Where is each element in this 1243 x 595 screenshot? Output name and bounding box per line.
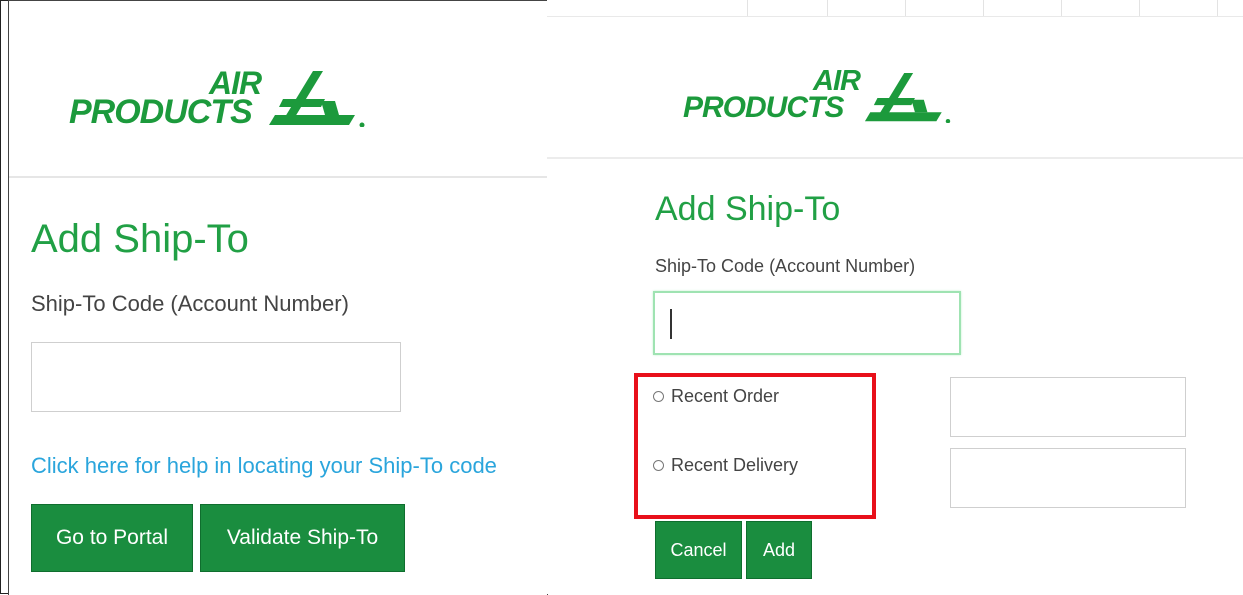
page-title: Add Ship-To bbox=[655, 190, 841, 228]
validate-ship-to-button[interactable]: Validate Ship-To bbox=[200, 504, 405, 572]
grid-line bbox=[1061, 0, 1062, 16]
page-title: Add Ship-To bbox=[31, 217, 249, 261]
text-caret bbox=[670, 309, 672, 339]
ship-to-code-label: Ship-To Code (Account Number) bbox=[31, 291, 349, 316]
left-panel: AIR PRODUCTS Add Ship-To Ship-To Code (A… bbox=[8, 0, 548, 595]
grid-line bbox=[1217, 0, 1218, 16]
cancel-button[interactable]: Cancel bbox=[655, 521, 742, 579]
air-products-logo-mark-icon bbox=[864, 73, 951, 123]
right-panel: AIR PRODUCTS Add Ship-To Ship-To Code (A… bbox=[547, 0, 1243, 594]
left-header: AIR PRODUCTS bbox=[9, 1, 547, 178]
ship-to-help-link[interactable]: Click here for help in locating your Shi… bbox=[31, 453, 497, 479]
grid-line bbox=[905, 0, 906, 16]
recent-order-input[interactable] bbox=[950, 377, 1186, 437]
air-products-logo-mark-icon bbox=[269, 71, 365, 127]
right-header: AIR PRODUCTS bbox=[547, 17, 1243, 159]
ship-to-code-input[interactable] bbox=[653, 291, 961, 355]
air-products-logo: AIR PRODUCTS bbox=[69, 67, 369, 147]
ship-to-code-label: Ship-To Code (Account Number) bbox=[655, 256, 916, 276]
grid-line bbox=[983, 0, 984, 16]
ship-to-code-input[interactable] bbox=[31, 342, 401, 412]
right-top-bar bbox=[547, 0, 1243, 17]
grid-line bbox=[747, 0, 748, 16]
radio-options-highlight bbox=[634, 373, 876, 519]
grid-line bbox=[827, 0, 828, 16]
add-button[interactable]: Add bbox=[746, 521, 812, 579]
logo-word-products: PRODUCTS bbox=[683, 91, 844, 124]
recent-delivery-input[interactable] bbox=[950, 448, 1186, 508]
air-products-logo: AIR PRODUCTS bbox=[683, 67, 951, 137]
grid-line bbox=[1139, 0, 1140, 16]
logo-word-products: PRODUCTS bbox=[69, 93, 253, 131]
go-to-portal-button[interactable]: Go to Portal bbox=[31, 504, 193, 572]
